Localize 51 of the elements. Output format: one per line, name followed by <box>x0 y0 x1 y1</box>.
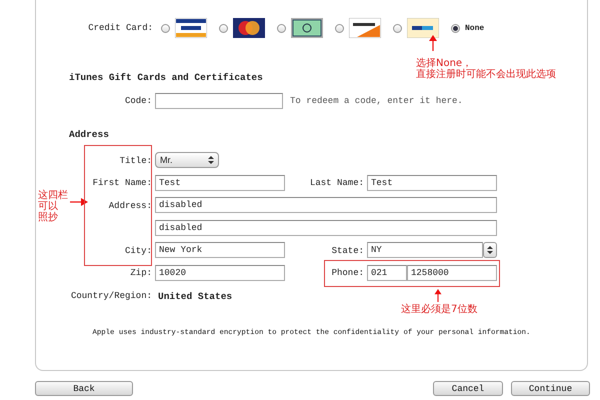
country-label: Country/Region: <box>70 291 152 302</box>
zip-label: Zip: <box>130 268 152 278</box>
first-name-label: First Name: <box>92 178 152 188</box>
arrow-icon <box>429 35 437 51</box>
radio-button[interactable] <box>277 24 286 32</box>
updown-icon <box>208 156 214 164</box>
area-code-field[interactable]: 021 <box>367 264 407 281</box>
city-field[interactable]: New York <box>155 242 285 258</box>
address-label: Address: <box>108 200 152 211</box>
annotation-note: 这里必须是7位数 <box>401 304 478 315</box>
annotation-note: 这四栏 可以 照抄 <box>38 190 69 223</box>
nav-button[interactable]: Cancel <box>433 381 503 396</box>
state-stepper[interactable] <box>483 242 497 258</box>
country-value: United States <box>158 290 232 302</box>
radio-button[interactable] <box>161 24 170 32</box>
zip-field[interactable]: 10020 <box>155 264 285 281</box>
nav-button[interactable]: Continue <box>511 381 590 396</box>
last-name-field[interactable]: Test <box>367 174 497 191</box>
card-logo-icon <box>175 18 207 38</box>
title-value: Mr. <box>160 155 172 165</box>
code-label: Code: <box>124 96 152 106</box>
card-logo-icon <box>349 18 381 38</box>
phone-label: Phone: <box>332 268 364 278</box>
updown-icon <box>487 246 493 254</box>
nav-button[interactable]: Back <box>35 381 133 396</box>
address-field[interactable]: disabled <box>155 197 497 214</box>
annotation-note: 选择None， 直接注册时可能不会出现此选项 <box>416 58 556 80</box>
state-field[interactable]: NY <box>367 242 483 258</box>
card-logo-icon <box>233 18 265 38</box>
card-logo-icon <box>407 18 439 38</box>
radio-button[interactable] <box>451 24 460 32</box>
title-select[interactable]: Mr. <box>155 152 219 168</box>
phone-number-field[interactable]: 1258000 <box>407 264 497 281</box>
code-hint: To redeem a code, enter it here. <box>290 96 463 106</box>
radio-button[interactable] <box>393 24 402 32</box>
radio-button[interactable] <box>335 24 344 32</box>
none-label: None <box>465 24 484 32</box>
section-heading: Address <box>69 129 109 140</box>
address-field[interactable]: disabled <box>155 220 497 236</box>
radio-button[interactable] <box>219 24 228 32</box>
state-label: State: <box>332 246 364 256</box>
first-name-field[interactable]: Test <box>155 174 285 191</box>
title-label: Title: <box>120 156 152 166</box>
section-heading: iTunes Gift Cards and Certificates <box>69 72 263 83</box>
city-label: City: <box>124 246 152 256</box>
code-field[interactable] <box>155 93 283 109</box>
last-name-label: Last Name: <box>310 178 364 188</box>
arrow-icon <box>70 198 88 206</box>
credit-card-label: Credit Card: <box>87 23 153 33</box>
arrow-icon <box>434 289 442 302</box>
card-logo-icon <box>291 18 323 38</box>
